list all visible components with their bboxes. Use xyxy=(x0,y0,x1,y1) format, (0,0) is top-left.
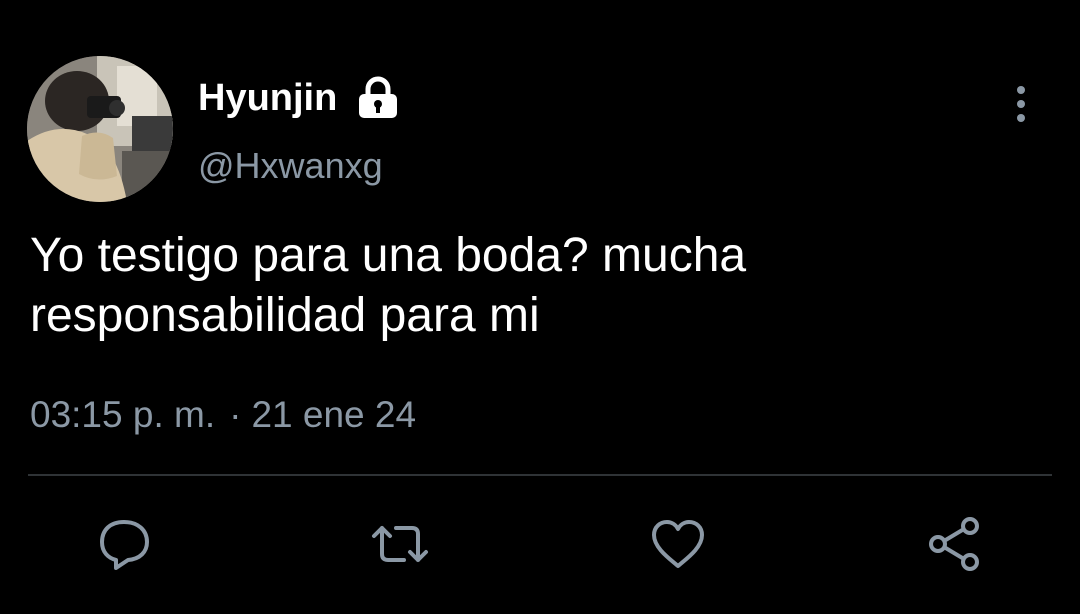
lock-icon xyxy=(359,76,398,118)
avatar-photo xyxy=(27,56,173,202)
meta-separator: · xyxy=(229,394,242,435)
more-vertical-icon[interactable] xyxy=(1004,84,1038,124)
tweet-date[interactable]: 21 ene 24 xyxy=(251,394,416,435)
reply-icon xyxy=(100,520,149,570)
reply-button[interactable] xyxy=(94,514,154,574)
handle[interactable]: @Hxwanxg xyxy=(198,142,383,190)
tweet-time[interactable]: 03:15 p. m. xyxy=(30,394,215,435)
share-button[interactable] xyxy=(924,514,984,574)
author-row: Hyunjin xyxy=(198,74,399,122)
like-button[interactable] xyxy=(648,514,708,574)
divider xyxy=(28,474,1052,476)
tweet-text: Yo testigo para una boda? mucha responsa… xyxy=(30,229,747,342)
retweet-button[interactable] xyxy=(370,514,430,574)
tweet-timestamp: 03:15 p. m. · 21 ene 24 xyxy=(30,390,416,440)
share-icon xyxy=(929,517,979,571)
display-name[interactable]: Hyunjin xyxy=(198,74,337,122)
retweet-icon xyxy=(372,526,428,562)
like-icon xyxy=(652,520,704,568)
avatar[interactable] xyxy=(27,56,173,202)
